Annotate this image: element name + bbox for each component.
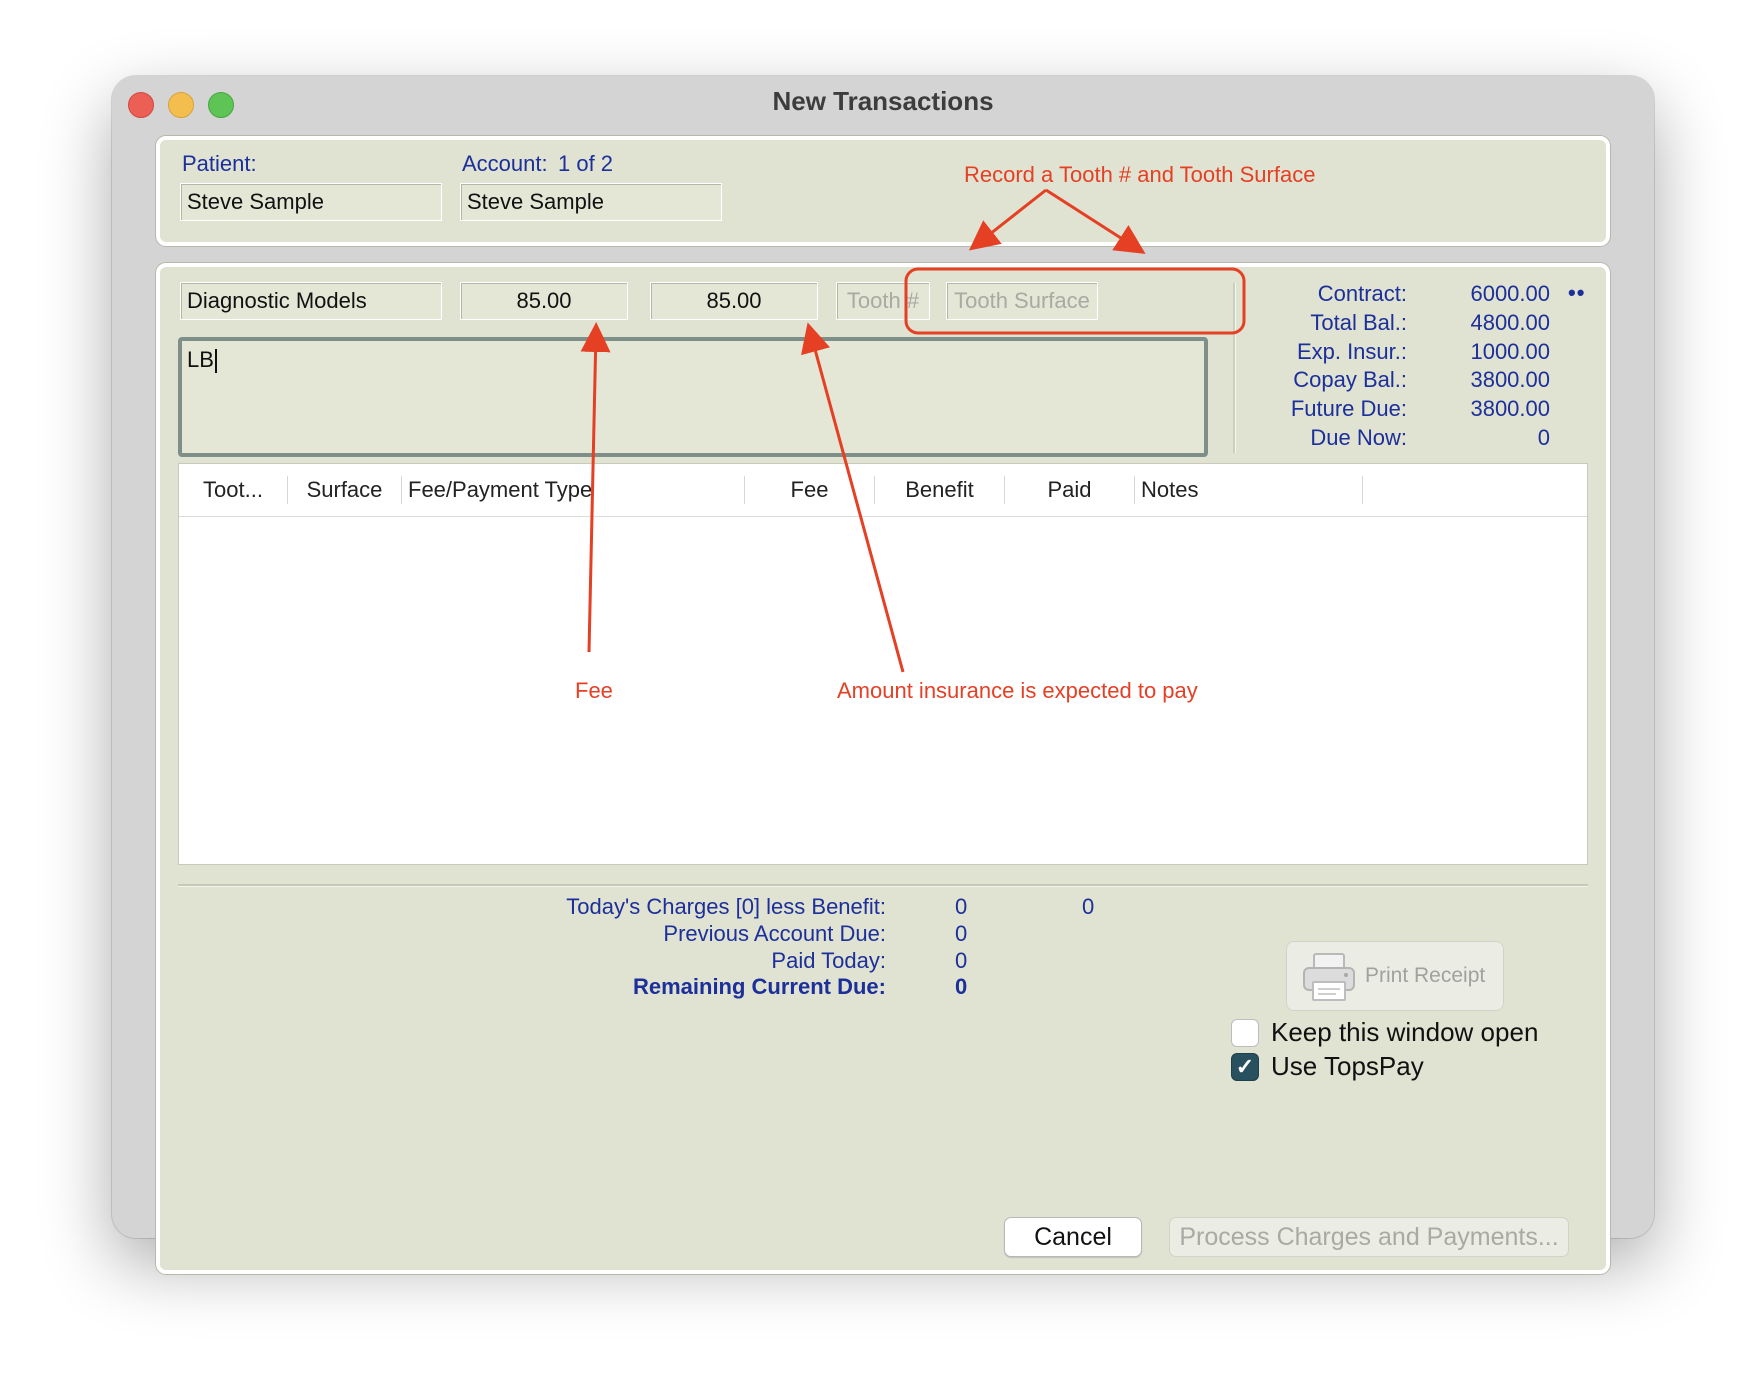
summary-label: Total Bal.:: [1310, 310, 1407, 335]
patient-name-field[interactable]: Steve Sample: [180, 183, 442, 221]
todays-benefit-value: 0: [1082, 894, 1095, 919]
summary-row-expected-insurance: Exp. Insur.: 1000.00: [1240, 339, 1580, 369]
benefit-field[interactable]: 85.00: [650, 282, 818, 320]
tooth-surface-field[interactable]: Tooth Surface: [946, 282, 1098, 320]
printer-icon: [1303, 953, 1355, 1001]
notes-textarea[interactable]: LB: [178, 337, 1208, 457]
paid-today-value: 0: [955, 948, 968, 973]
fee-field[interactable]: 85.00: [460, 282, 628, 320]
print-receipt-button[interactable]: Print Receipt: [1286, 941, 1504, 1011]
window-title: New Transactions: [772, 86, 994, 116]
column-divider[interactable]: [1362, 476, 1363, 504]
remaining-current-due-label: Remaining Current Due:: [632, 974, 886, 999]
summary-row-due-now: Due Now: 0: [1240, 425, 1580, 455]
summary-row-contract: Contract: 6000.00: [1240, 281, 1580, 311]
summary-value: 0: [1537, 425, 1550, 450]
previous-account-due-label: Previous Account Due:: [663, 921, 886, 946]
summary-value: 1000.00: [1470, 339, 1550, 364]
account-label: Account:: [462, 151, 548, 176]
summary-value: 3800.00: [1470, 396, 1550, 421]
todays-charges-label: Today's Charges [0] less Benefit:: [566, 894, 886, 919]
column-header-fee[interactable]: Fee: [745, 464, 874, 516]
summary-value: 3800.00: [1470, 367, 1550, 392]
column-header-tooth[interactable]: Toot...: [179, 464, 287, 516]
new-transactions-window: New Transactions Patient: Account: 1 of …: [112, 76, 1654, 1274]
tooth-number-field[interactable]: Tooth #: [836, 282, 930, 320]
transactions-table[interactable]: Toot... Surface Fee/Payment Type Fee Ben…: [178, 463, 1588, 865]
patient-account-panel: Patient: Account: 1 of 2 Steve Sample St…: [156, 136, 1610, 246]
print-receipt-label: Print Receipt: [1365, 964, 1486, 987]
summary-label: Due Now:: [1310, 425, 1407, 450]
totals-divider: [178, 884, 1588, 887]
summary-label: Future Due:: [1290, 396, 1407, 421]
notes-text: LB: [187, 347, 214, 372]
column-header-surface[interactable]: Surface: [288, 464, 401, 516]
column-header-benefit[interactable]: Benefit: [875, 464, 1004, 516]
table-header: Toot... Surface Fee/Payment Type Fee Ben…: [179, 464, 1587, 517]
checkmark-icon[interactable]: ✓: [1231, 1053, 1259, 1081]
paid-today-label: Paid Today:: [771, 948, 886, 973]
cancel-button[interactable]: Cancel: [1004, 1217, 1142, 1257]
summary-label: Copay Bal.:: [1293, 367, 1407, 392]
annotation-insurance-text: Amount insurance is expected to pay: [837, 678, 1198, 703]
patient-label: Patient:: [182, 151, 257, 176]
previous-account-due-value: 0: [955, 921, 968, 946]
checkbox-unchecked[interactable]: [1231, 1019, 1259, 1047]
remaining-current-due-value: 0: [955, 974, 968, 999]
text-caret: [214, 349, 217, 374]
summary-row-copay-balance: Copay Bal.: 3800.00: [1240, 367, 1580, 397]
account-name-field[interactable]: Steve Sample: [460, 183, 722, 221]
summary-value: 6000.00: [1470, 281, 1550, 306]
transaction-entry-panel: Diagnostic Models 85.00 85.00 Tooth # To…: [156, 263, 1610, 1274]
account-count: 1 of 2: [558, 151, 614, 176]
column-header-fee-payment-type[interactable]: Fee/Payment Type: [402, 464, 744, 516]
process-charges-button[interactable]: Process Charges and Payments...: [1169, 1217, 1569, 1257]
summary-row-future-due: Future Due: 3800.00: [1240, 396, 1580, 426]
summary-divider: [1233, 283, 1236, 453]
procedure-field[interactable]: Diagnostic Models: [180, 282, 442, 320]
summary-label: Contract:: [1317, 281, 1407, 306]
use-topspay-label: Use TopsPay: [1271, 1051, 1424, 1081]
summary-row-total-balance: Total Bal.: 4800.00: [1240, 310, 1580, 340]
summary-label: Exp. Insur.:: [1296, 339, 1407, 364]
summary-value: 4800.00: [1470, 310, 1550, 335]
todays-charges-value: 0: [955, 894, 968, 919]
column-header-paid[interactable]: Paid: [1005, 464, 1134, 516]
annotation-fee-text: Fee: [575, 678, 613, 703]
column-header-notes[interactable]: Notes: [1135, 464, 1362, 516]
keep-window-open-label: Keep this window open: [1271, 1017, 1539, 1047]
annotation-tooth-text: Record a Tooth # and Tooth Surface: [964, 162, 1316, 187]
